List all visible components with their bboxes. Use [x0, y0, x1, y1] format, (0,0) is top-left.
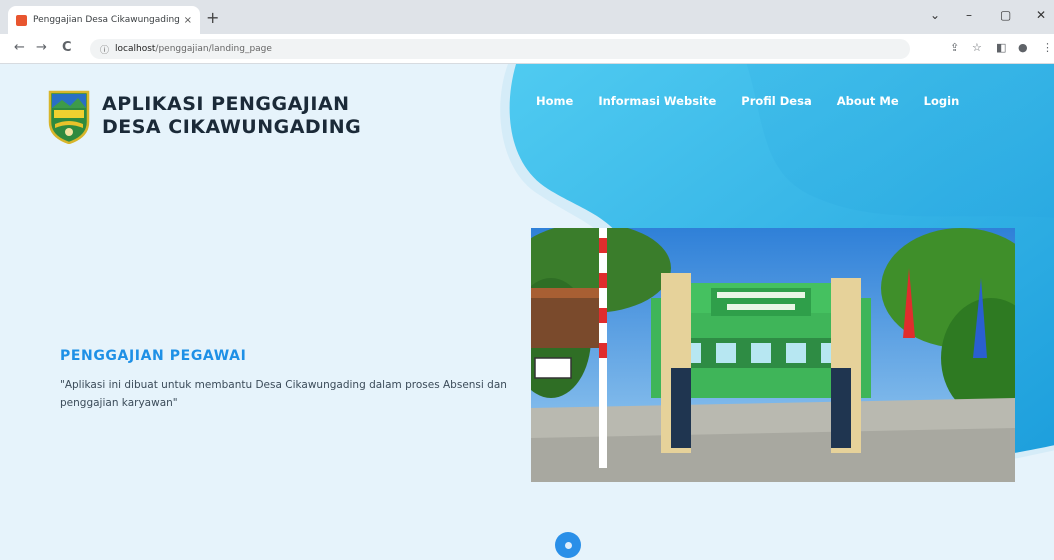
nav-informasi-website[interactable]: Informasi Website [598, 94, 716, 108]
share-icon[interactable]: ⇪ [950, 41, 959, 54]
browser-tab[interactable]: Penggajian Desa Cikawungading × [8, 6, 200, 34]
browser-toolbar: ← → C ⓘ localhost /penggajian/landing_pa… [0, 34, 1054, 64]
back-arrow-icon[interactable]: ← [14, 40, 25, 55]
nav-login[interactable]: Login [924, 94, 960, 108]
bookmark-star-icon[interactable]: ☆ [972, 41, 982, 54]
main-nav: Home Informasi Website Profil Desa About… [536, 94, 984, 108]
brand-line-2: DESA CIKAWUNGADING [102, 116, 362, 138]
scroll-down-button[interactable] [555, 532, 581, 558]
menu-icon[interactable]: ⋮ [1042, 41, 1053, 54]
favicon-icon [16, 14, 27, 26]
url-path: /penggajian/landing_page [155, 44, 272, 54]
village-logo-icon [48, 90, 90, 144]
reload-icon[interactable]: C [62, 40, 72, 55]
nav-profil-desa[interactable]: Profil Desa [741, 94, 811, 108]
profile-icon[interactable]: ● [1018, 41, 1028, 54]
site-info-icon[interactable]: ⓘ [100, 43, 109, 56]
sidebar-icon[interactable]: ◧ [996, 41, 1006, 54]
village-office-photo [531, 228, 1015, 482]
new-tab-button[interactable]: + [206, 8, 219, 27]
tab-title: Penggajian Desa Cikawungading [33, 15, 180, 25]
scroll-down-icon [564, 541, 572, 549]
hero-title: PENGGAJIAN PEGAWAI [60, 348, 247, 364]
forward-arrow-icon[interactable]: → [36, 40, 47, 55]
address-bar[interactable]: ⓘ localhost /penggajian/landing_page [90, 39, 910, 59]
brand-line-1: APLIKASI PENGGAJIAN [102, 93, 350, 115]
tab-close-icon[interactable]: × [184, 15, 192, 26]
close-window-button[interactable]: ✕ [1036, 8, 1046, 22]
nav-about-me[interactable]: About Me [837, 94, 899, 108]
url-host: localhost [115, 44, 156, 54]
hero-description: "Aplikasi ini dibuat untuk membantu Desa… [60, 379, 507, 409]
brand[interactable]: APLIKASI PENGGAJIAN DESA CIKAWUNGADING [46, 88, 361, 144]
maximize-button[interactable]: ▢ [1000, 8, 1011, 22]
minimize-button[interactable]: – [966, 8, 972, 22]
browser-tabbar: Penggajian Desa Cikawungading × + ⌄ – ▢ … [0, 0, 1054, 34]
nav-home[interactable]: Home [536, 94, 573, 108]
landing-page: APLIKASI PENGGAJIAN DESA CIKAWUNGADING H… [0, 64, 1054, 560]
tab-search-icon[interactable]: ⌄ [930, 8, 940, 22]
